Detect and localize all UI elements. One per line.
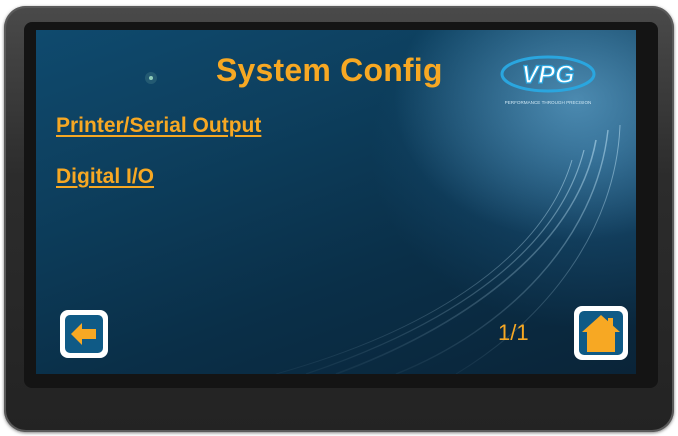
back-button-face — [65, 315, 103, 353]
vpg-logo-icon: VPG PERFORMANCE THROUGH PRECISION — [500, 55, 596, 105]
page-title: System Config — [216, 52, 443, 88]
vpg-logo: VPG PERFORMANCE THROUGH PRECISION — [496, 48, 616, 108]
menu-item-digital-io[interactable]: Digital I/O — [56, 165, 154, 189]
back-button[interactable] — [60, 310, 108, 358]
menu-item-printer-serial-output[interactable]: Printer/Serial Output — [56, 114, 261, 138]
home-button-face — [579, 311, 623, 355]
page-indicator: 1/1 — [498, 320, 529, 345]
home-button[interactable] — [574, 306, 628, 360]
home-icon — [582, 315, 620, 352]
logo-tagline: PERFORMANCE THROUGH PRECISION — [505, 100, 592, 105]
logo-text: VPG — [522, 61, 575, 89]
hmi-screen: System Config VPG PERFORMANCE THROUGH PR… — [36, 30, 636, 374]
arrow-left-icon — [71, 323, 96, 345]
